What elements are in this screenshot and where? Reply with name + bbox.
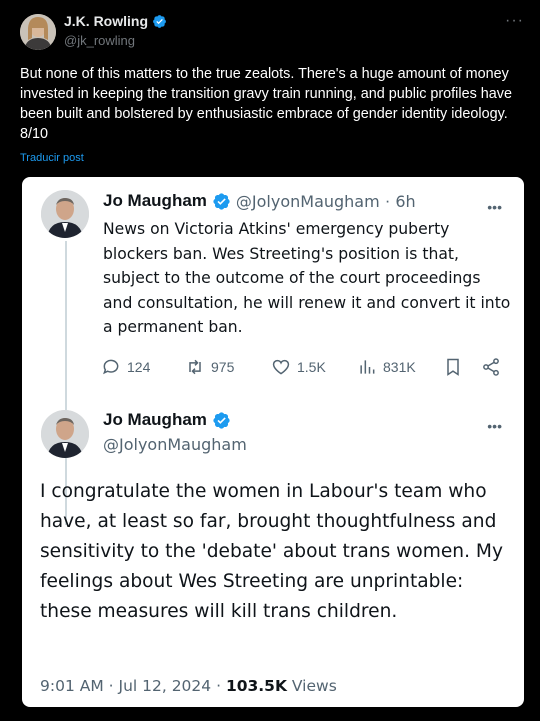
reply-author-name[interactable]: Jo Maugham: [103, 191, 207, 211]
repost-icon: [189, 359, 201, 375]
reply-author-handle[interactable]: @JolyonMaugham: [236, 192, 380, 211]
main-author-name[interactable]: Jo Maugham: [103, 410, 207, 430]
tweet-header: J.K. Rowling @jk_rowling ···: [0, 0, 540, 60]
heart-icon: [272, 359, 290, 375]
reply-button[interactable]: 124: [101, 357, 150, 377]
verified-icon: [153, 14, 166, 28]
avatar[interactable]: [41, 190, 89, 238]
timestamp[interactable]: 9:01 AM · Jul 12, 2024 ·: [40, 677, 226, 695]
more-icon[interactable]: •••: [487, 418, 502, 434]
more-icon[interactable]: ···: [505, 13, 524, 29]
views-button[interactable]: 831K: [357, 357, 416, 377]
reply-time[interactable]: 6h: [395, 192, 415, 211]
bookmark-button[interactable]: [443, 357, 463, 377]
tweet-text: But none of this matters to the true zea…: [20, 66, 512, 142]
views-icon: [360, 360, 375, 374]
main-tweet-text: I congratulate the women in Labour's tea…: [40, 481, 503, 622]
verified-icon: [213, 192, 230, 210]
views-count: 831K: [383, 359, 416, 375]
repost-count: 975: [211, 359, 235, 375]
share-button[interactable]: [481, 357, 501, 377]
main-author-row: Jo Maugham: [103, 410, 231, 430]
separator: ·: [384, 191, 391, 210]
share-icon: [483, 358, 499, 376]
attached-screenshot[interactable]: Jo Maugham @JolyonMaugham · 6h ••• News …: [22, 177, 524, 707]
reply-count: 124: [127, 359, 151, 375]
author-name-row[interactable]: J.K. Rowling: [64, 13, 167, 29]
reply-text: News on Victoria Atkins' emergency puber…: [103, 220, 511, 336]
verified-icon: [213, 411, 230, 429]
reply-actions: 124 975 1.5K 831K: [101, 357, 511, 379]
like-button[interactable]: 1.5K: [271, 357, 326, 377]
reply-author-row: Jo Maugham @JolyonMaugham · 6h: [103, 191, 416, 211]
avatar[interactable]: [20, 14, 56, 50]
like-count: 1.5K: [297, 359, 326, 375]
main-author-handle[interactable]: @JolyonMaugham: [103, 435, 247, 454]
bookmark-icon: [447, 358, 459, 376]
more-icon[interactable]: •••: [487, 199, 502, 215]
avatar[interactable]: [41, 410, 89, 458]
views-total: 103.5K: [225, 677, 287, 695]
author-handle[interactable]: @jk_rowling: [64, 33, 135, 48]
author-name[interactable]: J.K. Rowling: [64, 13, 148, 29]
repost-button[interactable]: 975: [185, 357, 234, 377]
translate-link[interactable]: Traducir post: [20, 152, 84, 164]
views-label: Views: [286, 677, 337, 695]
tweet-meta: 9:01 AM · Jul 12, 2024 · 103.5K Views: [40, 677, 337, 695]
reply-icon: [103, 359, 119, 375]
